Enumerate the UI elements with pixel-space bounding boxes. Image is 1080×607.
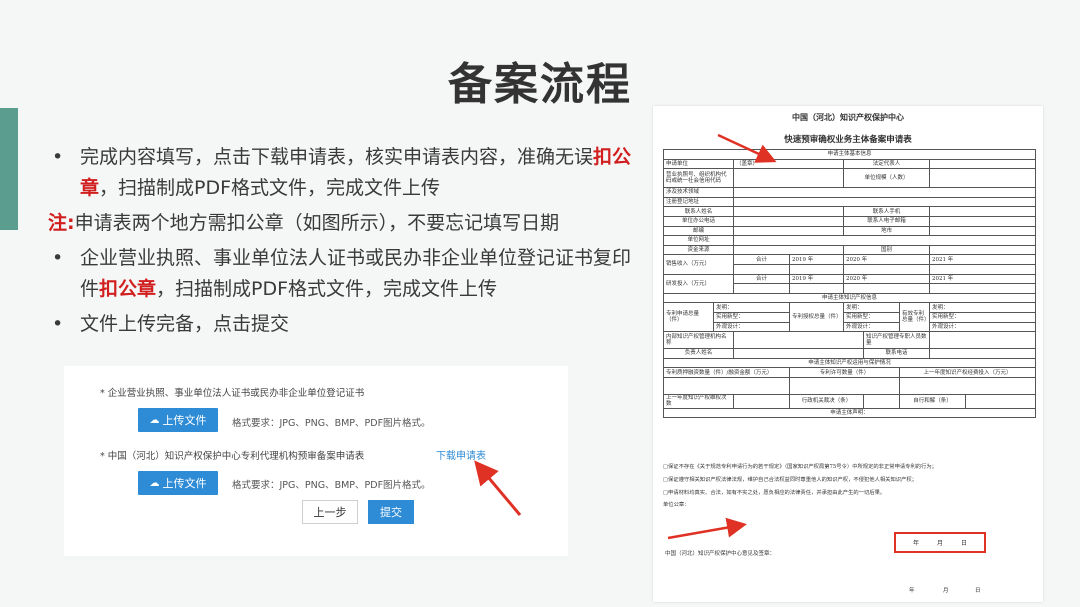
submit-button[interactable]: 提交 xyxy=(368,500,414,524)
bullet-item-1: • 完成内容填写，点击下载申请表，核实申请表内容，准确无误扣公章，扫描制成PDF… xyxy=(50,142,640,204)
date-day: 日 xyxy=(960,540,967,547)
application-upload-label: * 中国（河北）知识产权保护中心专利代理机构预审备案申请表 xyxy=(100,451,365,462)
cell-label: 知识产权管理专职人员数量 xyxy=(863,331,930,350)
cell-label: 合计 xyxy=(733,273,790,285)
cell-label: 专利授权总量（件） xyxy=(789,302,844,333)
note-text: 申请表两个地方需扣公章（如图所示），不要忘记填写日期 xyxy=(74,212,560,234)
highlight-text: 扣公章 xyxy=(99,278,157,300)
bullet-dot: • xyxy=(52,146,64,168)
footer-day: 日 xyxy=(975,588,981,594)
format-hint: 格式要求：JPG、PNG、BMP、PDF图片格式。 xyxy=(232,418,431,429)
cell-label: 内部知识产权管理机构名称 xyxy=(663,331,734,350)
note-line: 注:申请表两个地方需扣公章（如图所示），不要忘记填写日期 xyxy=(48,208,640,239)
note-label: 注: xyxy=(48,212,75,234)
upload-form-screenshot: * 企业营业执照、事业单位法人证书或民办非企业单位登记证书 ☁ 上传文件 格式要求… xyxy=(64,366,568,556)
cell-label: 负责人姓名 xyxy=(663,348,734,359)
cell-label: 资金来源 xyxy=(663,244,734,256)
cell-label: 上一年度知识产权经费投入（万元） xyxy=(898,367,1037,378)
footer-month: 月 xyxy=(943,588,949,594)
cell-label: 研发投入（万元） xyxy=(663,273,734,294)
upload-button-label: 上传文件 xyxy=(162,477,207,490)
declaration-item: □保证遵守相关知识产权法律法规，维护自己合法权益同时尊重他人的知识产权，不侵犯他… xyxy=(663,477,917,483)
cell-label: 单位规模（人数） xyxy=(843,168,930,189)
cell-label: 联系人手机 xyxy=(843,206,930,217)
cell-label: 2020 年 xyxy=(843,254,930,265)
bullet-text: ，扫描制成PDF格式文件，完成文件上传 xyxy=(99,177,441,199)
bullet-list: • 完成内容填写，点击下载申请表，核实申请表内容，准确无误扣公章，扫描制成PDF… xyxy=(48,142,640,344)
cell-label: 实用新型： xyxy=(928,311,1037,323)
cell-label: 国别 xyxy=(843,244,930,256)
upload-license-button[interactable]: ☁ 上传文件 xyxy=(138,408,218,432)
bullet-dot: • xyxy=(52,313,64,335)
left-accent-bar xyxy=(0,108,18,230)
section-ip-info: 申请主体知识产权信息 xyxy=(662,292,1037,304)
bullet-dot: • xyxy=(52,247,64,269)
cell-value: （盖章） xyxy=(733,158,844,170)
date-fill-box: 年 月 日 xyxy=(894,532,986,553)
cell-label: 联系电话 xyxy=(863,348,930,359)
upload-button-label: 上传文件 xyxy=(162,414,207,427)
download-form-link[interactable]: 下载申请表 xyxy=(436,447,486,462)
cell-label: 涉及技术领域 xyxy=(663,187,734,198)
cell-label: 法定代表人 xyxy=(843,158,930,170)
cell-label: 营业执照号、组织机构代码或统一社会信用代码 xyxy=(663,168,734,189)
cell-label: 实用新型： xyxy=(843,311,900,323)
cell-label: 行政机关裁决（条） xyxy=(789,393,864,409)
cell-label: 2019 年 xyxy=(789,273,844,285)
cell-label: 销售收入（万元） xyxy=(663,254,734,275)
section-basic-info: 申请主体基本信息 xyxy=(662,149,1037,160)
cell-label: 实用新型： xyxy=(713,311,790,323)
cell-label: 外观设计： xyxy=(713,321,790,333)
declaration-item: □申请材料均真实、合法，如有不实之处，愿负相应的法律责任，并承担由此产生的一切后… xyxy=(663,490,886,496)
slide-title: 备案流程 xyxy=(448,59,632,110)
date-month: 月 xyxy=(936,540,943,547)
cell-label: 2020 年 xyxy=(843,273,930,285)
format-hint: 格式要求：JPG、PNG、BMP、PDF图片格式。 xyxy=(232,480,431,491)
cell-label: 2019 年 xyxy=(789,254,844,265)
license-upload-label: * 企业营业执照、事业单位法人证书或民办非企业单位登记证书 xyxy=(100,388,365,399)
date-year: 年 xyxy=(912,540,919,547)
cell-label: 邮编 xyxy=(663,225,734,237)
cell-label: 地市 xyxy=(843,225,930,237)
unit-seal-label: 单位公章： xyxy=(663,502,690,508)
cell-label: 外观设计： xyxy=(928,321,1037,333)
cell-label: 申请单位 xyxy=(663,158,734,170)
cell-label: 自行和解（条） xyxy=(899,393,966,409)
application-table: 申请主体基本信息 申请单位 （盖章） 法定代表人 营业执照号、组织机构代码或统一… xyxy=(662,149,1037,419)
cell-label: 单位网址 xyxy=(663,235,734,246)
section-declaration: 申请主体声明： xyxy=(662,407,1037,419)
upload-application-button[interactable]: ☁ 上传文件 xyxy=(138,471,218,495)
cell-label: 有效专利总量（件） xyxy=(899,302,930,333)
application-form-document: 中国（河北）知识产权保护中心 快速预审确权业务主体备案申请表 申请主体基本信息 … xyxy=(653,106,1043,602)
cell-label: 专利申请总量（件） xyxy=(663,302,714,333)
cell-label: 发明： xyxy=(713,302,790,313)
cell-label: 2021 年 xyxy=(928,254,1037,265)
cell-label: 联系人电子邮箱 xyxy=(843,215,930,227)
footer-year: 年 xyxy=(909,588,915,594)
cell-label: 发明： xyxy=(928,302,1037,313)
declaration-item: □保证不存在《关于规范专利申请行为的若干规定》（国家知识产权局第75号令）中所规… xyxy=(663,464,937,470)
doc-title-form: 快速预审确权业务主体备案申请表 xyxy=(784,135,912,145)
cell-label: 单位办公电话 xyxy=(663,215,734,227)
cloud-upload-icon: ☁ xyxy=(149,477,160,489)
cell-label: 合计 xyxy=(733,254,790,265)
bullet-text: 完成内容填写，点击下载申请表，核实申请表内容，准确无误 xyxy=(80,146,594,168)
bullet-item-3: • 文件上传完备，点击提交 xyxy=(50,309,640,340)
cell-label: 发明： xyxy=(843,302,900,313)
bullet-item-2: • 企业营业执照、事业单位法人证书或民办非企业单位登记证书复印件扣公章，扫描制成… xyxy=(50,243,640,305)
doc-title-org: 中国（河北）知识产权保护中心 xyxy=(792,112,904,122)
bullet-text: ，扫描制成PDF格式文件，完成文件上传 xyxy=(156,278,498,300)
section-ip-use: 申请主体知识产权运用与保护情况 xyxy=(662,357,1037,369)
cell-label: 上一年度知识产权维权次数 xyxy=(663,393,734,409)
center-opinion-label: 中国（河北）知识产权保护中心意见及签章： xyxy=(665,551,776,557)
cell-label: 注册登记地址 xyxy=(663,196,734,208)
cell-label: 联系人姓名 xyxy=(663,206,734,217)
cloud-upload-icon: ☁ xyxy=(149,414,160,426)
previous-step-button[interactable]: 上一步 xyxy=(302,500,358,524)
bullet-text: 文件上传完备，点击提交 xyxy=(80,313,290,335)
cell-label: 专利许可数量（件） xyxy=(789,367,900,378)
cell-label: 专利质押融资数量（件）/融资金额（万元） xyxy=(663,367,790,378)
cell-label: 2021 年 xyxy=(928,273,1037,285)
cell-label: 外观设计： xyxy=(843,321,900,333)
